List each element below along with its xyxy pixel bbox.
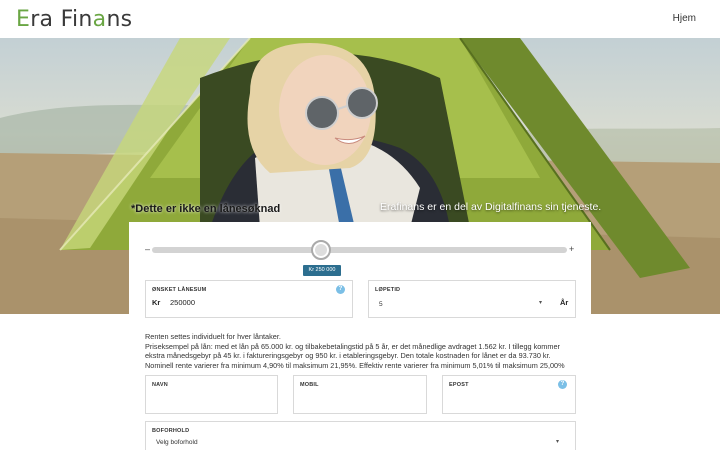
loan-amount-field[interactable]: ØNSKET LÅNESUM ? Kr: [145, 280, 353, 318]
loan-term-label: LØPETID: [375, 287, 401, 293]
chevron-down-icon[interactable]: ▾: [539, 299, 542, 306]
mobile-input[interactable]: [300, 393, 415, 407]
chevron-down-icon[interactable]: ▾: [556, 438, 559, 445]
era-finans-logo[interactable]: Era Finans: [16, 7, 132, 32]
housing-field[interactable]: BOFORHOLD Velg boforhold ▾: [145, 421, 576, 450]
loan-term-field[interactable]: LØPETID 5 ▾ År: [368, 280, 576, 318]
currency-label: Kr: [152, 298, 161, 307]
housing-select[interactable]: Velg boforhold: [156, 439, 198, 446]
loan-term-select[interactable]: 5: [379, 301, 383, 308]
loan-amount-input[interactable]: [170, 296, 320, 308]
price-example: Priseksempel på lån: med et lån på 65.00…: [145, 341, 565, 370]
mobile-field[interactable]: MOBIL: [293, 375, 427, 414]
not-application-notice: *Dette er ikke en lånesøknad: [131, 203, 281, 215]
email-field[interactable]: EPOST ?: [442, 375, 576, 414]
logo-text-mid: ra Fin: [30, 7, 93, 32]
logo-letter-a: a: [92, 7, 107, 32]
partner-note: Erafinans er en del av Digitalfinans sin…: [380, 201, 602, 213]
slider-value-badge: Kr 250 000: [303, 265, 341, 276]
name-field[interactable]: NAVN: [145, 375, 278, 414]
slider-increase-button[interactable]: +: [569, 244, 574, 254]
name-label: NAVN: [152, 382, 168, 388]
slider-decrease-button[interactable]: –: [145, 244, 150, 254]
site-header: Era Finans Hjem: [0, 0, 720, 38]
rate-info: Renten settes individuelt for hver lånta…: [145, 332, 281, 341]
mobile-label: MOBIL: [300, 382, 319, 388]
question-circle-icon[interactable]: ?: [558, 380, 567, 389]
logo-letter-e: E: [16, 7, 31, 32]
logo-text-end: ns: [106, 7, 133, 32]
question-circle-icon[interactable]: ?: [336, 285, 345, 294]
loan-amount-label: ØNSKET LÅNESUM: [152, 287, 207, 293]
term-unit-label: År: [560, 298, 569, 307]
loan-amount-slider-handle[interactable]: [311, 240, 331, 260]
housing-label: BOFORHOLD: [152, 428, 190, 434]
email-input[interactable]: [449, 393, 564, 407]
loan-form-card: – + Kr 250 000 ØNSKET LÅNESUM ? Kr LØPET…: [129, 222, 591, 450]
nav-home-link[interactable]: Hjem: [673, 13, 696, 24]
email-label: EPOST: [449, 382, 469, 388]
loan-amount-slider-track[interactable]: [152, 247, 567, 253]
name-input[interactable]: [152, 393, 267, 407]
loan-info-text: Renten settes individuelt for hver lånta…: [145, 332, 575, 370]
